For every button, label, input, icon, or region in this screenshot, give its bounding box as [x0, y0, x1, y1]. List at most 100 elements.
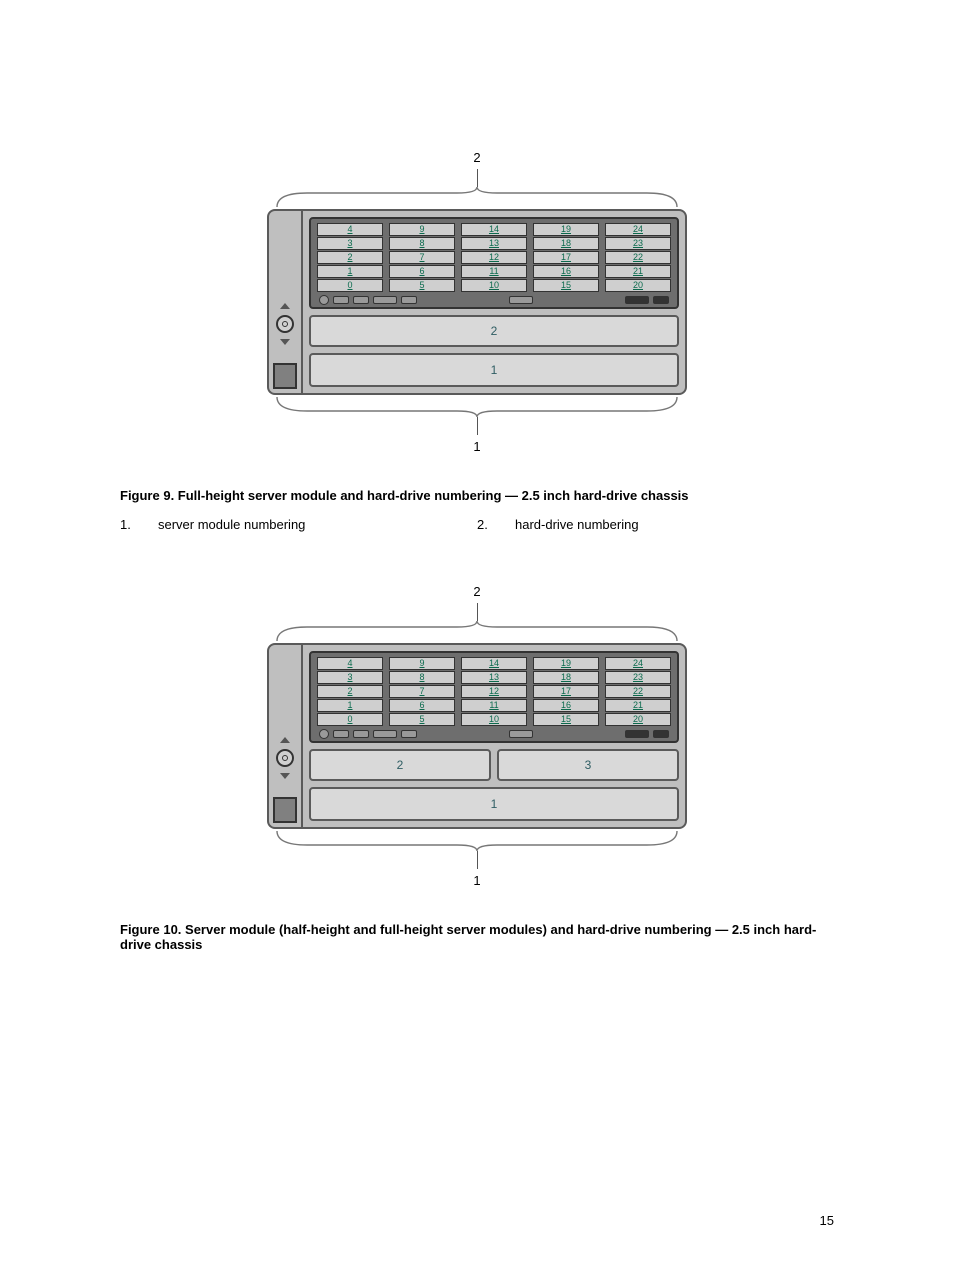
- module-stack: 2 3 1: [309, 749, 679, 821]
- server-module: 1: [309, 353, 679, 387]
- drive-slot: 7: [389, 685, 455, 698]
- callout-line: [477, 603, 478, 621]
- drive-columns: 4 3 2 1 0 9 8 7 6 5: [317, 223, 671, 292]
- server-module: 2: [309, 749, 491, 781]
- drive-slot: 15: [533, 713, 599, 726]
- callout-line: [477, 169, 478, 187]
- drive-number: 23: [633, 238, 643, 248]
- drive-number: 5: [419, 280, 424, 290]
- legend-number: 2.: [477, 517, 491, 532]
- drive-slot: 9: [389, 657, 455, 670]
- drive-number: 7: [419, 686, 424, 696]
- drive-column: 9 8 7 6 5: [389, 223, 455, 292]
- drive-slot: 11: [461, 265, 527, 278]
- drive-number: 3: [347, 238, 352, 248]
- callout-top-number: 2: [267, 150, 687, 165]
- drive-slot: 0: [317, 713, 383, 726]
- figure-10-caption: Figure 10. Server module (half-height an…: [120, 922, 834, 952]
- drive-number: 0: [347, 280, 352, 290]
- chassis-side-panel: [267, 209, 301, 395]
- drive-number: 8: [419, 672, 424, 682]
- callout-top-number: 2: [267, 584, 687, 599]
- drive-column: 14 13 12 11 10: [461, 223, 527, 292]
- drive-number: 10: [489, 714, 499, 724]
- ctl-icon: [353, 730, 369, 738]
- ctl-icon: [625, 296, 649, 304]
- chassis: 4 3 2 1 0 9 8 7 6 5: [267, 209, 687, 395]
- drive-slot: 24: [605, 223, 671, 236]
- caption-prefix: Figure 10.: [120, 922, 185, 937]
- server-module: 2: [309, 315, 679, 347]
- drive-slot: 16: [533, 699, 599, 712]
- drive-slot: 23: [605, 671, 671, 684]
- drive-slot: 9: [389, 223, 455, 236]
- drive-slot: 14: [461, 223, 527, 236]
- ctl-icon: [509, 730, 533, 738]
- module-number: 1: [491, 363, 498, 377]
- figure-9-block: 2: [120, 150, 834, 454]
- drive-slot: 3: [317, 237, 383, 250]
- drive-slot: 17: [533, 251, 599, 264]
- drive-slot: 20: [605, 713, 671, 726]
- chassis-main: 4 3 2 1 0 9 8 7 6 5: [301, 209, 687, 395]
- ctl-spacer: [537, 297, 621, 303]
- drive-number: 6: [419, 266, 424, 276]
- drive-number: 20: [633, 280, 643, 290]
- side-panel-rect-icon: [273, 797, 297, 823]
- drive-slot: 0: [317, 279, 383, 292]
- drive-slot: 19: [533, 223, 599, 236]
- module-number: 3: [585, 758, 592, 772]
- ctl-icon: [319, 729, 329, 739]
- drive-slot: 8: [389, 671, 455, 684]
- drive-number: 11: [489, 266, 498, 276]
- drive-number: 1: [347, 266, 352, 276]
- legend-item: 1. server module numbering: [120, 517, 477, 532]
- drive-slot: 21: [605, 699, 671, 712]
- drive-number: 18: [561, 238, 571, 248]
- drive-number: 4: [347, 658, 352, 668]
- drive-number: 9: [419, 224, 424, 234]
- drive-slot: 10: [461, 713, 527, 726]
- top-brace: [267, 621, 687, 643]
- drive-slot: 4: [317, 657, 383, 670]
- drive-number: 13: [489, 672, 499, 682]
- drive-number: 6: [419, 700, 424, 710]
- drive-slot: 18: [533, 237, 599, 250]
- arrow-down-icon: [280, 339, 290, 345]
- caption-prefix: Figure 9.: [120, 488, 178, 503]
- ctl-spacer: [421, 731, 505, 737]
- module-stack: 2 1: [309, 315, 679, 387]
- drive-column: 4 3 2 1 0: [317, 657, 383, 726]
- drive-number: 22: [633, 686, 643, 696]
- figure-9-caption: Figure 9. Full-height server module and …: [120, 488, 834, 503]
- chassis: 4 3 2 1 0 9 8 7 6 5: [267, 643, 687, 829]
- drive-cage: 4 3 2 1 0 9 8 7 6 5: [309, 217, 679, 309]
- figure-9-diagram: 2: [267, 150, 687, 454]
- drive-slot: 1: [317, 265, 383, 278]
- drive-number: 24: [633, 224, 643, 234]
- drive-number: 24: [633, 658, 643, 668]
- power-knob-icon: [276, 749, 294, 767]
- drive-slot: 13: [461, 237, 527, 250]
- ctl-icon: [319, 295, 329, 305]
- drive-number: 3: [347, 672, 352, 682]
- drive-number: 12: [489, 686, 499, 696]
- callout-bottom-number: 1: [267, 873, 687, 888]
- ctl-icon: [373, 730, 397, 738]
- drive-cage: 4 3 2 1 0 9 8 7 6 5: [309, 651, 679, 743]
- chassis-main: 4 3 2 1 0 9 8 7 6 5: [301, 643, 687, 829]
- ctl-icon: [401, 296, 417, 304]
- page: 2: [0, 0, 954, 1268]
- figure-9-legend: 1. server module numbering 2. hard-drive…: [120, 517, 834, 532]
- drive-slot: 18: [533, 671, 599, 684]
- drive-slot: 6: [389, 265, 455, 278]
- callout-line: [477, 417, 478, 435]
- drive-number: 12: [489, 252, 499, 262]
- bottom-brace: [267, 395, 687, 417]
- ctl-icon: [401, 730, 417, 738]
- callout-bottom-number: 1: [267, 439, 687, 454]
- drive-number: 21: [633, 266, 643, 276]
- server-module: 1: [309, 787, 679, 821]
- drive-slot: 15: [533, 279, 599, 292]
- drive-slot: 10: [461, 279, 527, 292]
